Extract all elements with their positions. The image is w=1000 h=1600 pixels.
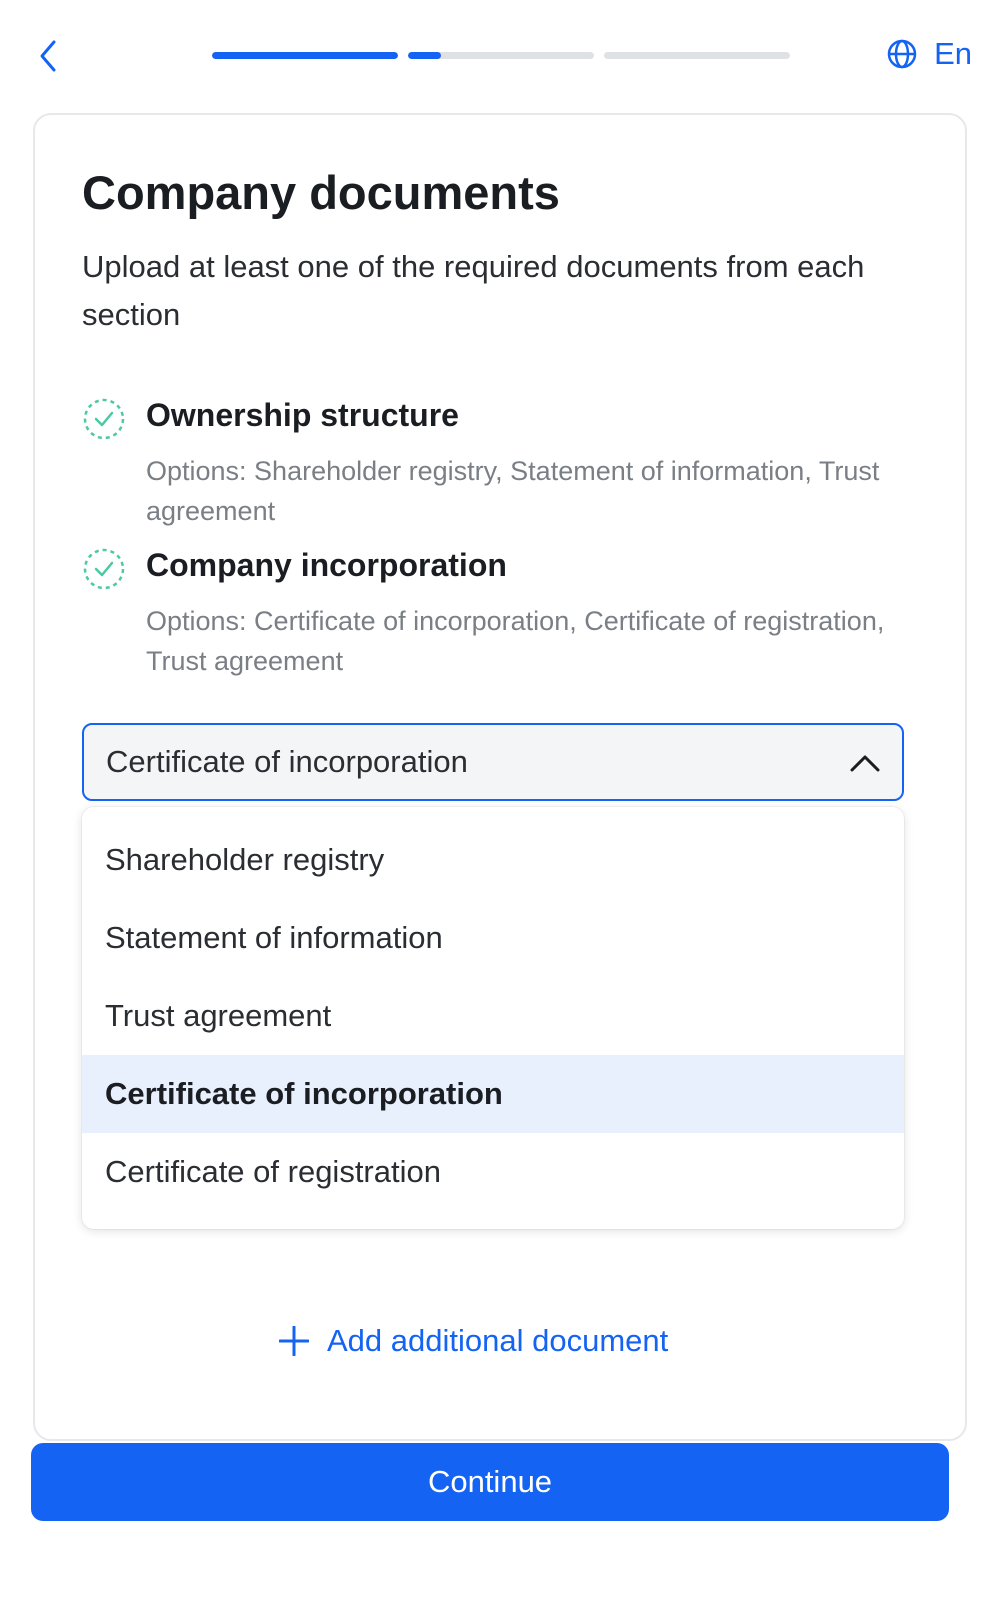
chevron-up-icon xyxy=(850,755,880,772)
page-subtitle: Upload at least one of the required docu… xyxy=(82,249,865,332)
dropdown-option[interactable]: Shareholder registry xyxy=(82,821,904,899)
back-button[interactable] xyxy=(30,36,70,76)
continue-button[interactable]: Continue xyxy=(31,1443,949,1521)
select-value: Certificate of incorporation xyxy=(106,744,468,779)
dashed-check-circle-icon xyxy=(83,548,125,590)
requirement-title: Company incorporation xyxy=(146,547,507,583)
requirement-options: Options: Shareholder registry, Statement… xyxy=(146,456,880,526)
plus-icon xyxy=(279,1326,309,1356)
progress-fill xyxy=(408,52,442,59)
step-progress xyxy=(212,52,790,59)
dropdown-option-selected[interactable]: Certificate of incorporation xyxy=(82,1055,904,1133)
document-type-dropdown: Shareholder registry Statement of inform… xyxy=(82,807,904,1229)
document-type-select[interactable]: Certificate of incorporation xyxy=(82,723,904,801)
progress-segment xyxy=(212,52,398,59)
language-label: En xyxy=(934,36,972,71)
dropdown-options: Shareholder registry Statement of inform… xyxy=(82,807,904,1211)
globe-icon xyxy=(887,39,917,69)
dropdown-option[interactable]: Statement of information xyxy=(82,899,904,977)
add-document-button[interactable]: Add additional document xyxy=(279,1323,668,1359)
dashed-check-circle-icon xyxy=(83,398,125,440)
top-bar: En xyxy=(0,0,1000,110)
dropdown-option[interactable]: Certificate of registration xyxy=(82,1133,904,1211)
progress-segment xyxy=(408,52,594,59)
page-title: Company documents xyxy=(82,166,560,219)
progress-segment xyxy=(604,52,790,59)
documents-card: Company documents Upload at least one of… xyxy=(33,113,967,1441)
language-selector[interactable]: En xyxy=(886,36,972,72)
progress-fill xyxy=(212,52,398,59)
requirement-options: Options: Certificate of incorporation, C… xyxy=(146,606,885,676)
dropdown-option[interactable]: Trust agreement xyxy=(82,977,904,1055)
chevron-left-icon xyxy=(40,40,56,72)
add-document-label: Add additional document xyxy=(327,1323,669,1358)
requirement-title: Ownership structure xyxy=(146,397,459,433)
